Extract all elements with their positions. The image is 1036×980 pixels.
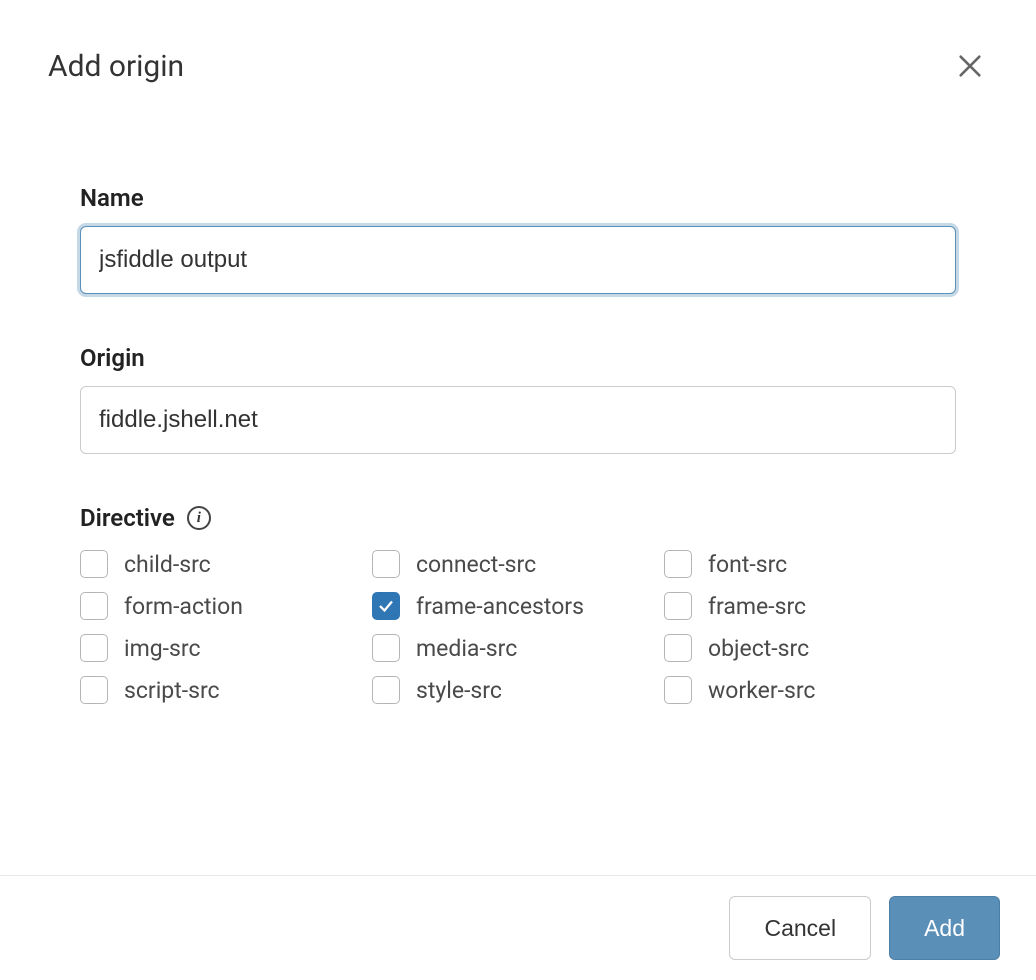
directive-option-child-src[interactable]: child-src — [80, 550, 372, 578]
directive-option-label: connect-src — [416, 551, 536, 578]
directive-option-img-src[interactable]: img-src — [80, 634, 372, 662]
add-button[interactable]: Add — [889, 896, 1000, 960]
origin-input[interactable] — [80, 386, 956, 454]
dialog-footer: Cancel Add — [0, 875, 1036, 980]
checkbox-form-action[interactable] — [80, 592, 108, 620]
directive-option-label: font-src — [708, 551, 787, 578]
checkbox-script-src[interactable] — [80, 676, 108, 704]
field-origin: Origin — [80, 344, 956, 454]
directive-grid: child-src connect-src font-src form-action f… — [80, 550, 956, 704]
checkbox-child-src[interactable] — [80, 550, 108, 578]
directive-option-label: child-src — [124, 551, 211, 578]
name-input[interactable] — [80, 226, 956, 294]
checkbox-font-src[interactable] — [664, 550, 692, 578]
dialog-title: Add origin — [48, 49, 184, 84]
field-name: Name — [80, 184, 956, 294]
close-icon — [956, 52, 984, 80]
cancel-button[interactable]: Cancel — [729, 896, 871, 960]
info-icon[interactable]: i — [187, 506, 211, 530]
directive-option-label: media-src — [416, 635, 517, 662]
origin-label: Origin — [80, 344, 956, 372]
checkbox-frame-ancestors[interactable] — [372, 592, 400, 620]
checkbox-connect-src[interactable] — [372, 550, 400, 578]
add-origin-dialog: Add origin Name Origin Directive i child… — [0, 0, 1036, 980]
directive-option-label: frame-src — [708, 593, 806, 620]
directive-label: Directive i — [80, 504, 956, 532]
directive-option-label: frame-ancestors — [416, 593, 584, 620]
directive-option-form-action[interactable]: form-action — [80, 592, 372, 620]
checkbox-media-src[interactable] — [372, 634, 400, 662]
directive-option-label: script-src — [124, 677, 220, 704]
directive-option-frame-src[interactable]: frame-src — [664, 592, 956, 620]
name-label: Name — [80, 184, 956, 212]
directive-label-text: Directive — [80, 504, 175, 532]
directive-option-label: form-action — [124, 593, 243, 620]
directive-option-label: style-src — [416, 677, 502, 704]
checkbox-img-src[interactable] — [80, 634, 108, 662]
field-directive: Directive i child-src connect-src font-src… — [80, 504, 956, 704]
directive-option-worker-src[interactable]: worker-src — [664, 676, 956, 704]
checkbox-style-src[interactable] — [372, 676, 400, 704]
checkbox-object-src[interactable] — [664, 634, 692, 662]
directive-option-style-src[interactable]: style-src — [372, 676, 664, 704]
dialog-body: Name Origin Directive i child-src connect… — [0, 84, 1036, 875]
directive-option-font-src[interactable]: font-src — [664, 550, 956, 578]
directive-option-script-src[interactable]: script-src — [80, 676, 372, 704]
directive-option-connect-src[interactable]: connect-src — [372, 550, 664, 578]
directive-option-media-src[interactable]: media-src — [372, 634, 664, 662]
dialog-header: Add origin — [0, 0, 1036, 84]
directive-option-frame-ancestors[interactable]: frame-ancestors — [372, 592, 664, 620]
directive-option-object-src[interactable]: object-src — [664, 634, 956, 662]
checkbox-frame-src[interactable] — [664, 592, 692, 620]
checkbox-worker-src[interactable] — [664, 676, 692, 704]
close-button[interactable] — [952, 48, 988, 84]
directive-option-label: worker-src — [708, 677, 815, 704]
directive-option-label: object-src — [708, 635, 809, 662]
directive-option-label: img-src — [124, 635, 201, 662]
